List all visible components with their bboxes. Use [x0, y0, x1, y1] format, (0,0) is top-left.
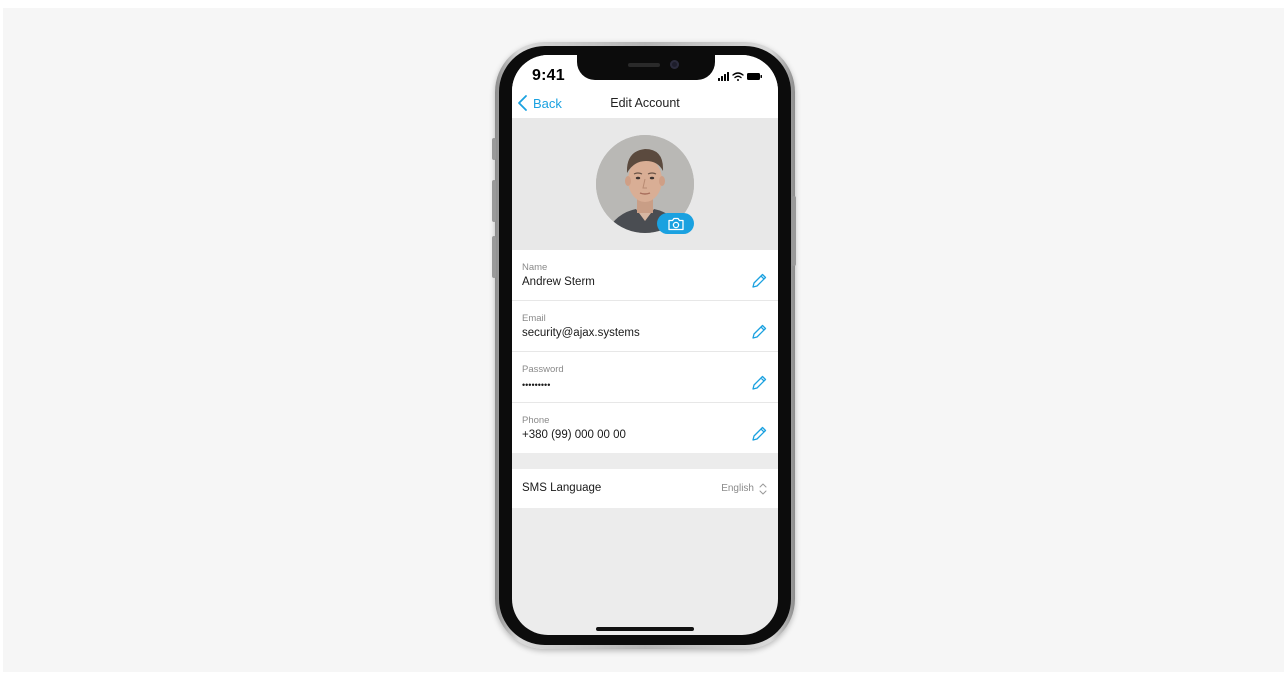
sms-language-select[interactable]: SMS Language English — [512, 469, 778, 508]
status-time: 9:41 — [532, 67, 565, 84]
pencil-icon[interactable] — [750, 323, 768, 341]
pencil-icon[interactable] — [750, 272, 768, 290]
pencil-icon[interactable] — [750, 374, 768, 392]
sms-language-label: SMS Language — [522, 482, 602, 494]
field-value: ••••••••• — [522, 380, 551, 390]
account-fields: Name Andrew Sterm Email security@ajax.sy… — [512, 250, 778, 453]
earpiece-speaker — [628, 63, 660, 67]
app-screen: 9:41 Back Edit Account Name Andrew Sterm… — [512, 55, 778, 635]
field-value: security@ajax.systems — [522, 327, 640, 339]
chevron-up-down-icon — [759, 483, 767, 495]
home-indicator[interactable] — [596, 627, 694, 631]
power-button — [792, 196, 796, 266]
field-password[interactable]: Password ••••••••• — [512, 352, 778, 403]
field-value: +380 (99) 000 00 00 — [522, 429, 626, 441]
change-photo-button[interactable] — [657, 213, 694, 234]
field-phone[interactable]: Phone +380 (99) 000 00 00 — [512, 403, 778, 453]
mute-switch — [492, 138, 496, 160]
volume-up-button — [492, 180, 496, 222]
field-label: Name — [522, 262, 548, 273]
front-camera — [670, 60, 679, 69]
signal-bars-icon — [718, 72, 729, 81]
field-label: Email — [522, 313, 546, 324]
field-value: Andrew Sterm — [522, 276, 595, 288]
field-label: Password — [522, 364, 564, 375]
field-name[interactable]: Name Andrew Sterm — [512, 250, 778, 301]
battery-icon — [747, 73, 762, 80]
volume-down-button — [492, 236, 496, 278]
avatar-section — [512, 118, 778, 250]
field-email[interactable]: Email security@ajax.systems — [512, 301, 778, 352]
sms-language-value: English — [721, 483, 754, 494]
wifi-icon — [732, 72, 744, 81]
field-label: Phone — [522, 415, 550, 426]
page-title: Edit Account — [610, 96, 680, 110]
status-icons — [718, 69, 768, 81]
pencil-icon[interactable] — [750, 425, 768, 443]
camera-icon — [667, 217, 684, 230]
